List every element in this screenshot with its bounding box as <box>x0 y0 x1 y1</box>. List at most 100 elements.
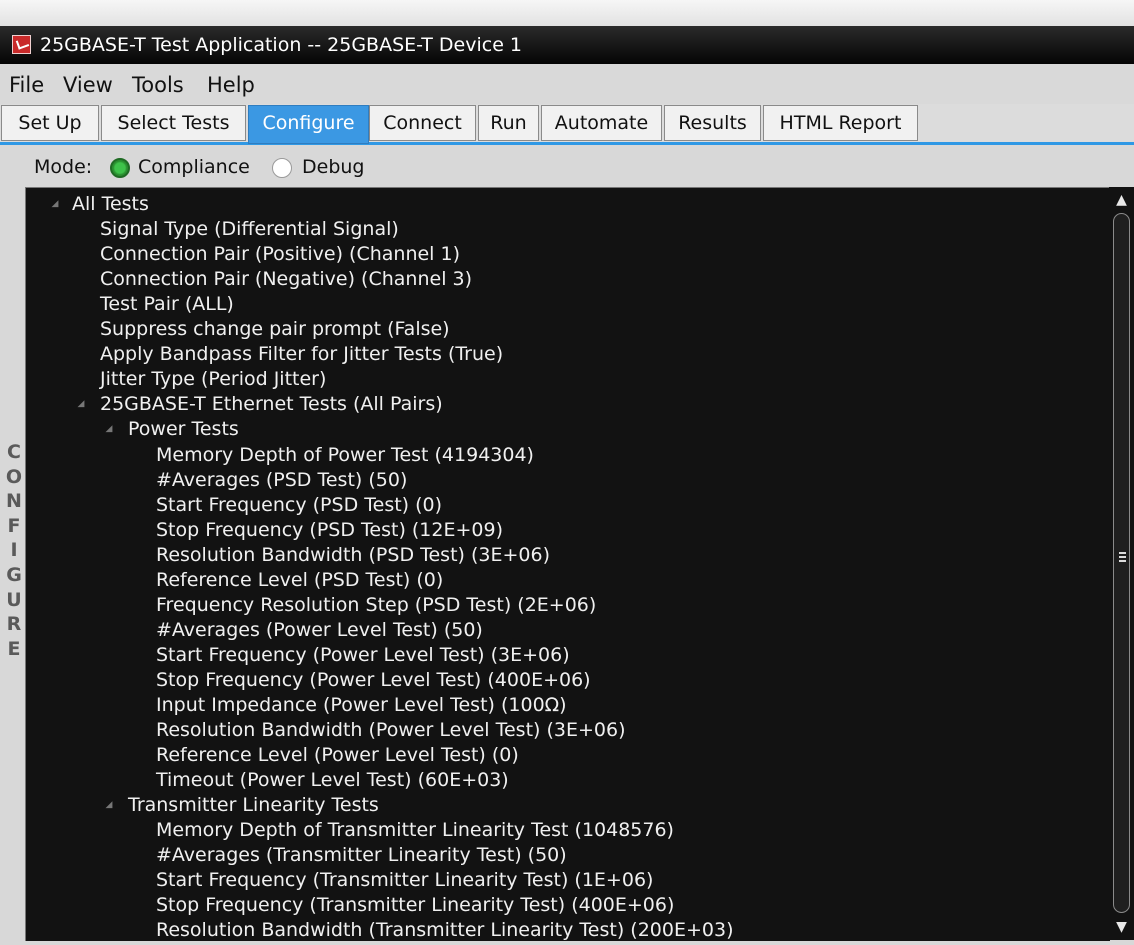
tab-connect[interactable]: Connect <box>369 105 476 141</box>
tab-configure[interactable]: Configure <box>248 105 369 144</box>
tree-item[interactable]: Test Pair (ALL) <box>26 292 1106 317</box>
menu-bar: File View Tools Help <box>0 64 1134 104</box>
configure-side-letter: C <box>7 441 21 463</box>
mode-selector: Mode: Compliance Debug <box>34 148 364 184</box>
tree-item-label: Memory Depth of Transmitter Linearity Te… <box>156 819 674 842</box>
compliance-radio[interactable] <box>110 158 130 178</box>
tree-item[interactable]: #Averages (Transmitter Linearity Test) (… <box>26 843 1106 868</box>
tree-item-label: Resolution Bandwidth (Power Level Test) … <box>156 719 626 742</box>
tree-item-label: 25GBASE-T Ethernet Tests (All Pairs) <box>100 393 443 416</box>
configure-side-letter: F <box>7 514 21 537</box>
tree-item-label: Frequency Resolution Step (PSD Test) (2E… <box>156 593 597 616</box>
tree-item[interactable]: Start Frequency (Power Level Test) (3E+0… <box>26 643 1106 668</box>
tree-item[interactable]: Resolution Bandwidth (Transmitter Linear… <box>26 918 1106 941</box>
tree-item-label: Start Frequency (Transmitter Linearity T… <box>156 869 654 892</box>
tree-item[interactable]: Suppress change pair prompt (False) <box>26 317 1106 342</box>
tree-item-label: Reference Level (Power Level Test) (0) <box>156 744 519 767</box>
tree-item[interactable]: Stop Frequency (PSD Test) (12E+09) <box>26 518 1106 543</box>
tree-item[interactable]: Jitter Type (Period Jitter) <box>26 367 1106 392</box>
configure-side-letter: R <box>6 613 22 636</box>
tree-item-label: Resolution Bandwidth (PSD Test) (3E+06) <box>156 543 550 566</box>
tree-item[interactable]: Start Frequency (PSD Test) (0) <box>26 493 1106 518</box>
title-bar: 25GBASE-T Test Application -- 25GBASE-T … <box>0 26 1134 64</box>
scroll-up-icon[interactable]: ▲ <box>1109 189 1134 211</box>
tree-item[interactable]: Apply Bandpass Filter for Jitter Tests (… <box>26 342 1106 367</box>
tree-item[interactable]: #Averages (Power Level Test) (50) <box>26 618 1106 643</box>
configure-side-letter: I <box>10 539 18 562</box>
scroll-grip-icon <box>1119 552 1126 562</box>
tab-set-up[interactable]: Set Up <box>1 105 99 141</box>
tree-item-label: Test Pair (ALL) <box>100 293 234 316</box>
tree-item[interactable]: Input Impedance (Power Level Test) (100Ω… <box>26 693 1106 718</box>
debug-label[interactable]: Debug <box>302 148 364 186</box>
configure-side-letter: N <box>6 490 22 513</box>
expand-arrow-icon[interactable]: ◢ <box>74 392 88 417</box>
configure-side-letter: O <box>5 465 23 488</box>
tree-item-label: #Averages (Transmitter Linearity Test) (… <box>156 844 567 867</box>
tree-item-label: #Averages (PSD Test) (50) <box>156 468 408 491</box>
tab-html-report[interactable]: HTML Report <box>763 105 918 141</box>
tree-item-label: Power Tests <box>128 418 239 441</box>
tree-item-label: Resolution Bandwidth (Transmitter Linear… <box>156 919 734 941</box>
configure-side-label: CONFIGURE <box>3 440 25 661</box>
tab-automate[interactable]: Automate <box>541 105 662 141</box>
tree-item[interactable]: Frequency Resolution Step (PSD Test) (2E… <box>26 593 1106 618</box>
tree-item[interactable]: ◢ Transmitter Linearity Tests <box>26 793 1106 818</box>
tree-item-label: Start Frequency (PSD Test) (0) <box>156 493 443 516</box>
tree-item-label: Apply Bandpass Filter for Jitter Tests (… <box>100 343 504 366</box>
tree-item-label: Jitter Type (Period Jitter) <box>100 368 327 391</box>
tree-item-label: Transmitter Linearity Tests <box>128 794 379 817</box>
mode-label: Mode: <box>34 156 93 178</box>
tree-item-label: Input Impedance (Power Level Test) (100Ω… <box>156 694 567 716</box>
tree-item[interactable]: Reference Level (PSD Test) (0) <box>26 568 1106 593</box>
configure-side-letter: E <box>7 637 21 660</box>
tree-item[interactable]: ◢ All Tests <box>26 192 1106 217</box>
tree-item-label: Stop Frequency (Transmitter Linearity Te… <box>156 894 675 917</box>
tree-item[interactable]: Stop Frequency (Power Level Test) (400E+… <box>26 668 1106 693</box>
tree-item-label: #Averages (Power Level Test) (50) <box>156 618 483 641</box>
vertical-scrollbar[interactable]: ▲ ▼ <box>1109 187 1134 940</box>
tree-item[interactable]: Memory Depth of Power Test (4194304) <box>26 443 1106 468</box>
tree-item-label: Suppress change pair prompt (False) <box>100 318 450 341</box>
tree-item[interactable]: Reference Level (Power Level Test) (0) <box>26 743 1106 768</box>
tree-item[interactable]: Stop Frequency (Transmitter Linearity Te… <box>26 893 1106 918</box>
scroll-down-icon[interactable]: ▼ <box>1109 916 1134 938</box>
tab-bar: Set Up Select Tests Configure Connect Ru… <box>0 104 1134 145</box>
tree-item[interactable]: Resolution Bandwidth (Power Level Test) … <box>26 718 1106 743</box>
tree-item-label: Reference Level (PSD Test) (0) <box>156 568 444 591</box>
tree-item-label: All Tests <box>72 193 149 215</box>
tab-results[interactable]: Results <box>664 105 761 141</box>
tree-item[interactable]: ◢ 25GBASE-T Ethernet Tests (All Pairs) <box>26 392 1106 417</box>
tree-item[interactable]: ◢ Power Tests <box>26 417 1106 442</box>
app-checkbox-icon <box>12 35 31 54</box>
tree-item[interactable]: Signal Type (Differential Signal) <box>26 217 1106 242</box>
tree-item[interactable]: Memory Depth of Transmitter Linearity Te… <box>26 818 1106 843</box>
tree-item[interactable]: Connection Pair (Positive) (Channel 1) <box>26 242 1106 267</box>
menu-file[interactable]: File <box>9 64 44 106</box>
menu-tools[interactable]: Tools <box>132 64 184 106</box>
app-window: 25GBASE-T Test Application -- 25GBASE-T … <box>0 0 1134 945</box>
tree-item[interactable]: Timeout (Power Level Test) (60E+03) <box>26 768 1106 793</box>
scroll-thumb[interactable] <box>1113 213 1130 913</box>
tree-item-label: Signal Type (Differential Signal) <box>100 218 399 241</box>
tree-item[interactable]: Start Frequency (Transmitter Linearity T… <box>26 868 1106 893</box>
debug-radio[interactable] <box>272 158 292 178</box>
expand-arrow-icon[interactable]: ◢ <box>48 192 62 217</box>
configuration-tree[interactable]: ◢ All Tests Signal Type (Differential Sign… <box>25 187 1110 941</box>
configure-side-letter: U <box>6 588 22 611</box>
menu-view[interactable]: View <box>63 64 113 106</box>
tree-item[interactable]: #Averages (PSD Test) (50) <box>26 468 1106 493</box>
tab-run[interactable]: Run <box>478 105 539 141</box>
menu-help[interactable]: Help <box>207 64 255 106</box>
tree-item-label: Start Frequency (Power Level Test) (3E+0… <box>156 643 570 666</box>
tree-item[interactable]: Connection Pair (Negative) (Channel 3) <box>26 267 1106 292</box>
expand-arrow-icon[interactable]: ◢ <box>102 793 116 818</box>
tree-item-label: Stop Frequency (PSD Test) (12E+09) <box>156 518 504 541</box>
tree-item[interactable]: Resolution Bandwidth (PSD Test) (3E+06) <box>26 543 1106 568</box>
tree-item-label: Memory Depth of Power Test (4194304) <box>156 443 534 466</box>
tree-item-label: Connection Pair (Positive) (Channel 1) <box>100 243 460 266</box>
tab-select-tests[interactable]: Select Tests <box>101 105 246 141</box>
compliance-label[interactable]: Compliance <box>138 148 250 186</box>
expand-arrow-icon[interactable]: ◢ <box>102 417 116 442</box>
window-top-strip <box>0 0 1134 27</box>
